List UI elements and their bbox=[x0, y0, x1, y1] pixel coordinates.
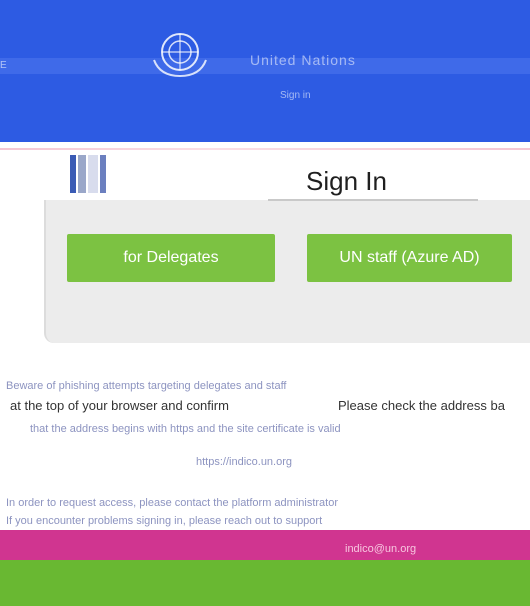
delegates-login-button[interactable]: for Delegates bbox=[67, 234, 275, 282]
support-email-link[interactable]: indico@un.org bbox=[345, 543, 416, 555]
staff-azure-login-button[interactable]: UN staff (Azure AD) bbox=[307, 234, 512, 282]
un-emblem-icon bbox=[153, 33, 207, 78]
notice-line-support: If you encounter problems signing in, pl… bbox=[6, 515, 323, 527]
notice-line-browser: at the top of your browser and confirm bbox=[10, 398, 229, 413]
header-title: United Nations bbox=[250, 52, 356, 68]
page-title: Sign In bbox=[306, 166, 387, 196]
notice-line-https: that the address begins with https and t… bbox=[30, 423, 341, 435]
header-left-text: E bbox=[0, 60, 7, 71]
footer-band bbox=[0, 530, 530, 564]
header-subtitle: Sign in bbox=[280, 90, 311, 101]
notice-link-url[interactable]: https://indico.un.org bbox=[196, 456, 516, 468]
app-logo-icon bbox=[70, 155, 106, 193]
title-underline bbox=[268, 199, 478, 201]
site-header: E United Nations Sign in bbox=[0, 0, 530, 142]
notice-line-access: In order to request access, please conta… bbox=[6, 497, 338, 509]
notice-line-address: Please check the address ba bbox=[338, 398, 505, 413]
footer bbox=[0, 560, 530, 606]
phishing-warning-text: Beware of phishing attempts targeting de… bbox=[6, 380, 287, 392]
